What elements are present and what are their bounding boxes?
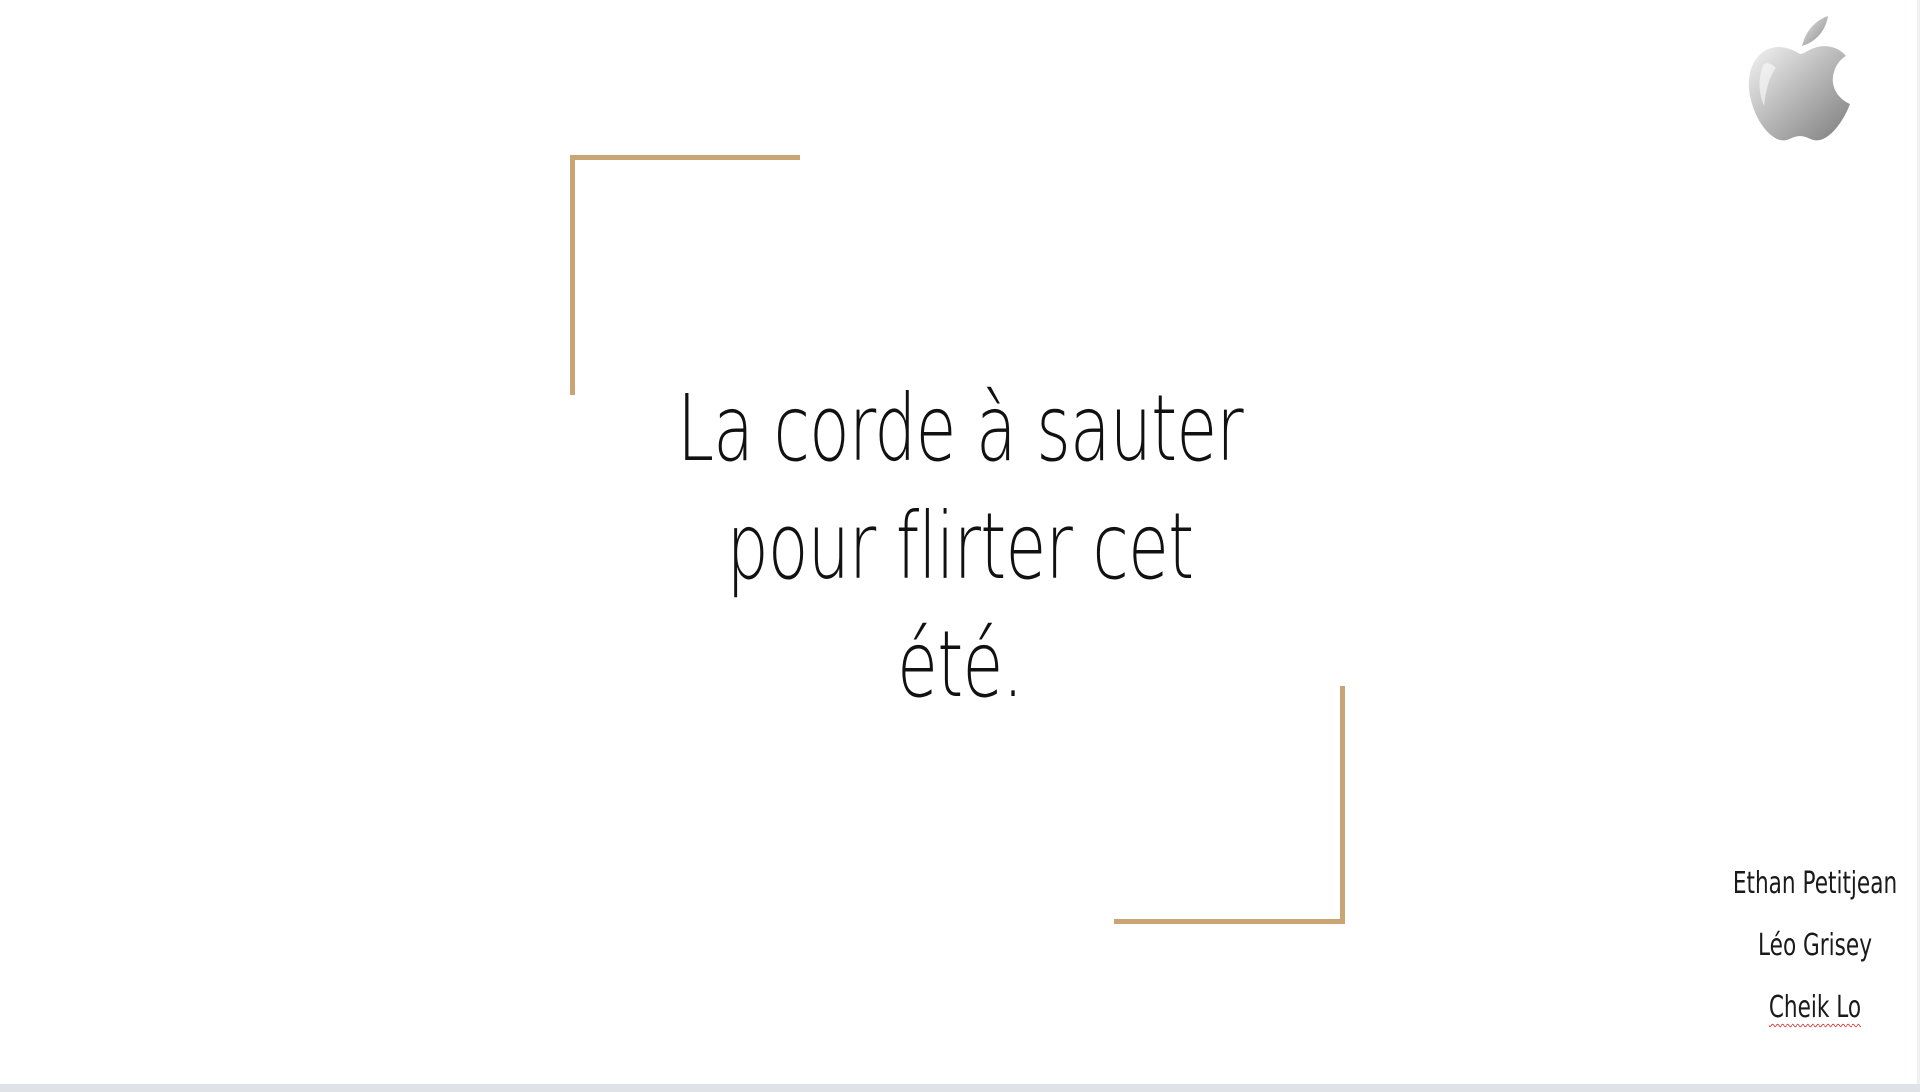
slide-canvas[interactable]: La corde à sauter pour flirter cet été. (0, 0, 1920, 1084)
corner-bracket-bottom-right-vertical (1340, 686, 1345, 924)
author-name: Cheik Lo (1732, 982, 1898, 1044)
corner-bracket-bottom-right-horizontal (1114, 919, 1345, 924)
presentation-window: La corde à sauter pour flirter cet été. (0, 0, 1920, 1092)
author-name: Ethan Petitjean (1732, 866, 1898, 901)
author-name-spellcheck: Cheik Lo (1768, 990, 1862, 1025)
slide-title-line-2: pour flirter cet été. (726, 493, 1195, 718)
slide-title-line-1: La corde à sauter (677, 375, 1244, 482)
corner-bracket-top-left-horizontal (570, 155, 800, 160)
author-list[interactable]: Ethan Petitjean Léo Grisey Cheik Lo (1732, 858, 1898, 1044)
window-bottom-bar (0, 1084, 1920, 1092)
apple-logo-icon (1748, 16, 1850, 141)
corner-bracket-top-left-vertical (570, 155, 575, 395)
slide-title[interactable]: La corde à sauter pour flirter cet été. (672, 370, 1248, 724)
author-name: Léo Grisey (1758, 928, 1872, 963)
